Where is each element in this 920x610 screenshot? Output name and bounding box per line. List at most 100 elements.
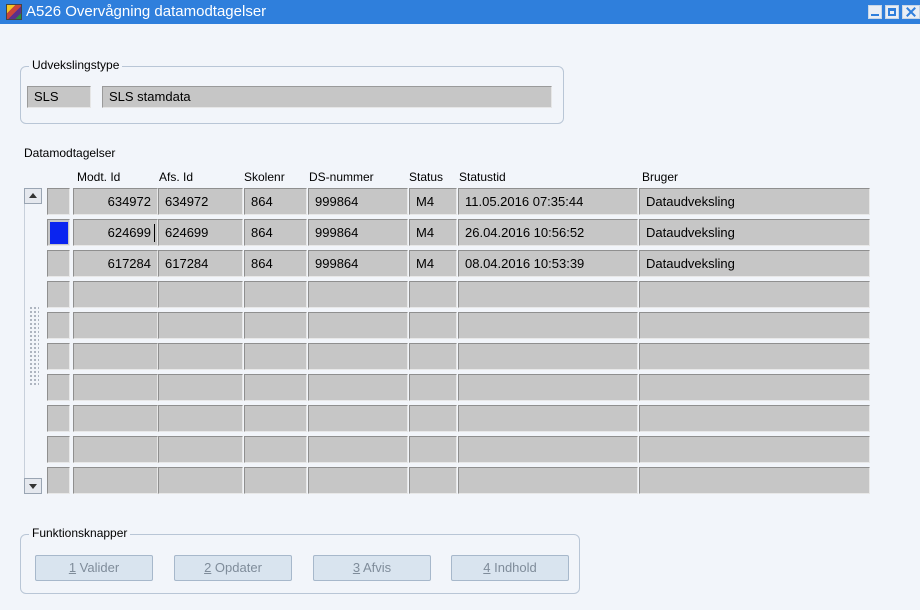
modt-id-cell[interactable]: 634972 — [73, 188, 158, 215]
status-cell[interactable]: M4 — [409, 219, 457, 246]
app-icon — [6, 4, 22, 20]
valider-button[interactable]: 1 Valider — [35, 555, 153, 581]
afs-id-cell[interactable] — [158, 467, 243, 494]
grid-scrollbar[interactable] — [24, 188, 42, 494]
bruger-cell[interactable] — [639, 343, 870, 370]
ds-nummer-cell[interactable] — [308, 405, 408, 432]
scroll-track[interactable] — [24, 204, 42, 478]
statustid-cell[interactable] — [458, 343, 638, 370]
status-cell[interactable] — [409, 405, 457, 432]
afs-id-cell[interactable] — [158, 374, 243, 401]
row-selector[interactable] — [47, 219, 70, 246]
bruger-cell[interactable]: Dataudveksling — [639, 250, 870, 277]
bruger-cell[interactable] — [639, 374, 870, 401]
indhold-button[interactable]: 4 Indhold — [451, 555, 569, 581]
skolenr-cell[interactable]: 864 — [244, 250, 307, 277]
modt-id-cell[interactable] — [73, 436, 158, 463]
statustid-cell[interactable] — [458, 281, 638, 308]
modt-id-cell[interactable] — [73, 405, 158, 432]
status-cell[interactable] — [409, 281, 457, 308]
ds-nummer-cell[interactable]: 999864 — [308, 188, 408, 215]
maximize-icon[interactable] — [885, 5, 899, 19]
bruger-cell[interactable]: Dataudveksling — [639, 219, 870, 246]
statustid-cell[interactable] — [458, 374, 638, 401]
ds-nummer-cell[interactable] — [308, 343, 408, 370]
row-selector[interactable] — [47, 188, 70, 215]
status-cell[interactable] — [409, 343, 457, 370]
status-cell[interactable] — [409, 374, 457, 401]
statustid-cell[interactable] — [458, 312, 638, 339]
bruger-cell[interactable]: Dataudveksling — [639, 188, 870, 215]
skolenr-cell[interactable] — [244, 281, 307, 308]
status-cell[interactable] — [409, 436, 457, 463]
afs-id-cell[interactable] — [158, 343, 243, 370]
modt-id-cell[interactable]: 624699 — [73, 219, 158, 246]
row-selector[interactable] — [47, 436, 70, 463]
skolenr-cell[interactable]: 864 — [244, 188, 307, 215]
bruger-cell[interactable] — [639, 436, 870, 463]
modt-id-cell[interactable]: 617284 — [73, 250, 158, 277]
bruger-cell[interactable] — [639, 281, 870, 308]
column-header-bruger: Bruger — [642, 170, 679, 184]
bruger-cell[interactable] — [639, 467, 870, 494]
afs-id-cell[interactable]: 634972 — [158, 188, 243, 215]
skolenr-cell[interactable] — [244, 374, 307, 401]
statustid-cell[interactable] — [458, 436, 638, 463]
modt-id-cell[interactable] — [73, 281, 158, 308]
statustid-cell[interactable]: 26.04.2016 10:56:52 — [458, 219, 638, 246]
afs-id-cell[interactable]: 617284 — [158, 250, 243, 277]
status-cell[interactable] — [409, 312, 457, 339]
row-selector[interactable] — [47, 281, 70, 308]
afvis-button[interactable]: 3 Afvis — [313, 555, 431, 581]
ds-nummer-cell[interactable]: 999864 — [308, 250, 408, 277]
modt-id-cell[interactable] — [73, 343, 158, 370]
close-icon[interactable] — [902, 5, 920, 19]
modt-id-cell[interactable] — [73, 312, 158, 339]
window-titlebar[interactable]: A526 Overvågning datamodtagelser — [0, 0, 920, 24]
row-selector[interactable] — [47, 312, 70, 339]
afs-id-cell[interactable] — [158, 281, 243, 308]
modt-id-cell[interactable] — [73, 467, 158, 494]
statustid-cell[interactable]: 11.05.2016 07:35:44 — [458, 188, 638, 215]
column-header-ds-nummer: DS-nummer — [309, 170, 374, 184]
bruger-cell[interactable] — [639, 405, 870, 432]
scroll-up-icon[interactable] — [24, 188, 42, 204]
ds-nummer-cell[interactable] — [308, 281, 408, 308]
minimize-icon[interactable] — [868, 5, 882, 19]
funktionsknapper-legend: Funktionsknapper — [29, 526, 131, 540]
statustid-cell[interactable]: 08.04.2016 10:53:39 — [458, 250, 638, 277]
skolenr-cell[interactable] — [244, 343, 307, 370]
row-selector[interactable] — [47, 467, 70, 494]
skolenr-cell[interactable]: 864 — [244, 219, 307, 246]
afs-id-cell[interactable] — [158, 312, 243, 339]
status-cell[interactable]: M4 — [409, 250, 457, 277]
udvekslingstype-legend: Udvekslingstype — [29, 58, 123, 72]
status-cell[interactable]: M4 — [409, 188, 457, 215]
statustid-cell[interactable] — [458, 405, 638, 432]
skolenr-cell[interactable] — [244, 436, 307, 463]
ds-nummer-cell[interactable] — [308, 467, 408, 494]
skolenr-cell[interactable] — [244, 312, 307, 339]
status-cell[interactable] — [409, 467, 457, 494]
row-selector[interactable] — [47, 343, 70, 370]
ds-nummer-cell[interactable]: 999864 — [308, 219, 408, 246]
statustid-cell[interactable] — [458, 467, 638, 494]
opdater-button[interactable]: 2 Opdater — [174, 555, 292, 581]
ds-nummer-cell[interactable] — [308, 436, 408, 463]
row-selector[interactable] — [47, 405, 70, 432]
afs-id-cell[interactable]: 624699 — [158, 219, 243, 246]
udvekslingstype-code-field[interactable]: SLS — [27, 86, 91, 108]
row-selector[interactable] — [47, 250, 70, 277]
scroll-thumb[interactable] — [29, 306, 39, 386]
ds-nummer-cell[interactable] — [308, 312, 408, 339]
scroll-down-icon[interactable] — [24, 478, 42, 494]
skolenr-cell[interactable] — [244, 405, 307, 432]
bruger-cell[interactable] — [639, 312, 870, 339]
ds-nummer-cell[interactable] — [308, 374, 408, 401]
udvekslingstype-description-field[interactable]: SLS stamdata — [102, 86, 552, 108]
afs-id-cell[interactable] — [158, 405, 243, 432]
modt-id-cell[interactable] — [73, 374, 158, 401]
row-selector[interactable] — [47, 374, 70, 401]
afs-id-cell[interactable] — [158, 436, 243, 463]
skolenr-cell[interactable] — [244, 467, 307, 494]
